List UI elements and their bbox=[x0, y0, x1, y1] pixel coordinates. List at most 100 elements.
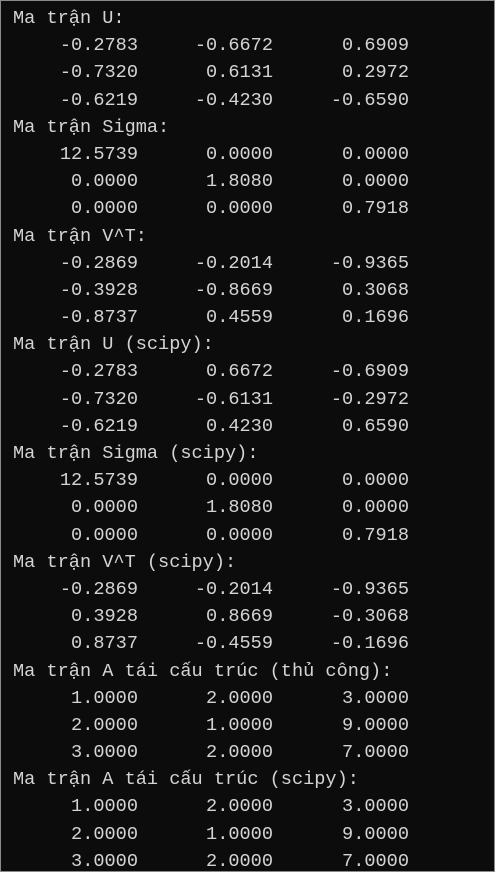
matrix-cell: 2.0000 bbox=[206, 687, 273, 709]
matrix-cell: 0.4559 bbox=[206, 307, 273, 329]
matrix-cell: 7.0000 bbox=[342, 850, 409, 872]
matrix-cell: 0.6909 bbox=[342, 35, 409, 57]
matrix-cell: 0.3068 bbox=[342, 279, 409, 301]
matrix-row: -0.3928 -0.8669 0.3068 bbox=[1, 277, 494, 304]
matrix-row: 2.0000 1.0000 9.0000 bbox=[1, 712, 494, 739]
matrix-cell: 1.8080 bbox=[206, 171, 273, 193]
section-title: Ma trận U: bbox=[13, 8, 125, 29]
matrix-cell: -0.1696 bbox=[330, 633, 409, 655]
matrix-cell: -0.2972 bbox=[330, 388, 409, 410]
matrix-row: -0.8737 0.4559 0.1696 bbox=[1, 304, 494, 331]
matrix-row: 0.0000 0.0000 0.7918 bbox=[1, 195, 494, 222]
matrix-row: -0.2869 -0.2014 -0.9365 bbox=[1, 250, 494, 277]
matrix-cell: -0.6219 bbox=[59, 415, 138, 437]
matrix-cell: 1.8080 bbox=[206, 497, 273, 519]
matrix-cell: 0.0000 bbox=[342, 497, 409, 519]
matrix-cell: 0.4230 bbox=[206, 415, 273, 437]
matrix-cell: -0.6219 bbox=[59, 89, 138, 111]
matrix-cell: 2.0000 bbox=[71, 714, 138, 736]
matrix-cell: 2.0000 bbox=[206, 850, 273, 872]
matrix-cell: 0.0000 bbox=[342, 171, 409, 193]
matrix-row: 3.0000 2.0000 7.0000 bbox=[1, 739, 494, 766]
matrix-row: -0.2783 -0.6672 0.6909 bbox=[1, 32, 494, 59]
matrix-cell: -0.6909 bbox=[330, 361, 409, 383]
matrix-row: -0.7320 -0.6131 -0.2972 bbox=[1, 386, 494, 413]
matrix-cell: 0.1696 bbox=[342, 307, 409, 329]
matrix-section-vt-scipy: Ma trận V^T (scipy): -0.2869 -0.2014 -0.… bbox=[1, 549, 494, 658]
matrix-cell: -0.6672 bbox=[194, 35, 273, 57]
matrix-cell: 0.0000 bbox=[206, 198, 273, 220]
matrix-cell: 12.5739 bbox=[59, 143, 138, 165]
matrix-cell: -0.2869 bbox=[59, 578, 138, 600]
matrix-section-u: Ma trận U: -0.2783 -0.6672 0.6909 -0.732… bbox=[1, 5, 494, 114]
matrix-cell: 1.0000 bbox=[71, 796, 138, 818]
matrix-cell: 1.0000 bbox=[206, 714, 273, 736]
matrix-cell: 0.8737 bbox=[71, 633, 138, 655]
matrix-cell: 0.0000 bbox=[206, 470, 273, 492]
matrix-cell: 0.0000 bbox=[71, 497, 138, 519]
matrix-cell: 0.2972 bbox=[342, 62, 409, 84]
matrix-cell: -0.8737 bbox=[59, 307, 138, 329]
matrix-cell: 0.0000 bbox=[342, 143, 409, 165]
matrix-cell: -0.2783 bbox=[59, 361, 138, 383]
section-title: Ma trận V^T (scipy): bbox=[13, 551, 237, 573]
matrix-cell: 2.0000 bbox=[71, 823, 138, 845]
matrix-cell: -0.2869 bbox=[59, 252, 138, 274]
matrix-cell: 9.0000 bbox=[342, 714, 409, 736]
matrix-cell: -0.8669 bbox=[194, 279, 273, 301]
section-title: Ma trận V^T: bbox=[13, 225, 147, 247]
matrix-row: 0.8737 -0.4559 -0.1696 bbox=[1, 630, 494, 657]
matrix-row: 0.0000 1.8080 0.0000 bbox=[1, 494, 494, 521]
section-title: Ma trận A tái cấu trúc (scipy): bbox=[13, 769, 359, 791]
matrix-cell: 3.0000 bbox=[342, 796, 409, 818]
matrix-row: 2.0000 1.0000 9.0000 bbox=[1, 821, 494, 848]
matrix-cell: 0.0000 bbox=[206, 524, 273, 546]
matrix-cell: 0.6131 bbox=[206, 62, 273, 84]
matrix-cell: -0.2014 bbox=[194, 252, 273, 274]
matrix-cell: -0.6590 bbox=[330, 89, 409, 111]
matrix-cell: -0.6131 bbox=[194, 388, 273, 410]
matrix-row: 0.0000 1.8080 0.0000 bbox=[1, 168, 494, 195]
matrix-row: -0.2783 0.6672 -0.6909 bbox=[1, 358, 494, 385]
matrix-cell: 2.0000 bbox=[206, 796, 273, 818]
matrix-cell: 7.0000 bbox=[342, 742, 409, 764]
matrix-cell: 12.5739 bbox=[59, 470, 138, 492]
matrix-cell: 0.0000 bbox=[206, 143, 273, 165]
matrix-cell: 0.0000 bbox=[71, 198, 138, 220]
terminal-output: Ma trận U: -0.2783 -0.6672 0.6909 -0.732… bbox=[0, 0, 495, 872]
matrix-row: -0.6219 0.4230 0.6590 bbox=[1, 413, 494, 440]
matrix-cell: 0.7918 bbox=[342, 198, 409, 220]
section-title: Ma trận Sigma (scipy): bbox=[13, 443, 259, 464]
matrix-row: 0.3928 0.8669 -0.3068 bbox=[1, 603, 494, 630]
section-title: Ma trận Sigma: bbox=[13, 116, 170, 138]
matrix-cell: -0.4559 bbox=[194, 633, 273, 655]
matrix-cell: 0.3928 bbox=[71, 606, 138, 628]
matrix-section-vt: Ma trận V^T: -0.2869 -0.2014 -0.9365 -0.… bbox=[1, 223, 494, 332]
matrix-cell: 0.0000 bbox=[71, 524, 138, 546]
matrix-cell: 3.0000 bbox=[71, 742, 138, 764]
matrix-cell: -0.2783 bbox=[59, 35, 138, 57]
matrix-cell: 1.0000 bbox=[71, 687, 138, 709]
matrix-cell: 0.7918 bbox=[342, 524, 409, 546]
matrix-cell: 0.6672 bbox=[206, 361, 273, 383]
section-title: Ma trận U (scipy): bbox=[13, 334, 214, 356]
matrix-cell: 3.0000 bbox=[342, 687, 409, 709]
matrix-row: 1.0000 2.0000 3.0000 bbox=[1, 793, 494, 820]
matrix-cell: 1.0000 bbox=[206, 823, 273, 845]
matrix-cell: -0.7320 bbox=[59, 62, 138, 84]
matrix-row: -0.6219 -0.4230 -0.6590 bbox=[1, 87, 494, 114]
matrix-cell: 0.0000 bbox=[342, 470, 409, 492]
matrix-cell: 0.0000 bbox=[71, 171, 138, 193]
matrix-section-u-scipy: Ma trận U (scipy): -0.2783 0.6672 -0.690… bbox=[1, 331, 494, 440]
matrix-cell: -0.3928 bbox=[59, 279, 138, 301]
matrix-row: 1.0000 2.0000 3.0000 bbox=[1, 685, 494, 712]
matrix-cell: 9.0000 bbox=[342, 823, 409, 845]
matrix-cell: 0.6590 bbox=[342, 415, 409, 437]
matrix-section-sigma-scipy: Ma trận Sigma (scipy): 12.5739 0.0000 0.… bbox=[1, 440, 494, 549]
matrix-section-sigma: Ma trận Sigma: 12.5739 0.0000 0.0000 0.0… bbox=[1, 114, 494, 223]
matrix-row: 12.5739 0.0000 0.0000 bbox=[1, 141, 494, 168]
matrix-row: 3.0000 2.0000 7.0000 bbox=[1, 848, 494, 872]
matrix-section-a-manual: Ma trận A tái cấu trúc (thủ công): 1.000… bbox=[1, 658, 494, 767]
matrix-cell: -0.7320 bbox=[59, 388, 138, 410]
matrix-row: -0.7320 0.6131 0.2972 bbox=[1, 59, 494, 86]
